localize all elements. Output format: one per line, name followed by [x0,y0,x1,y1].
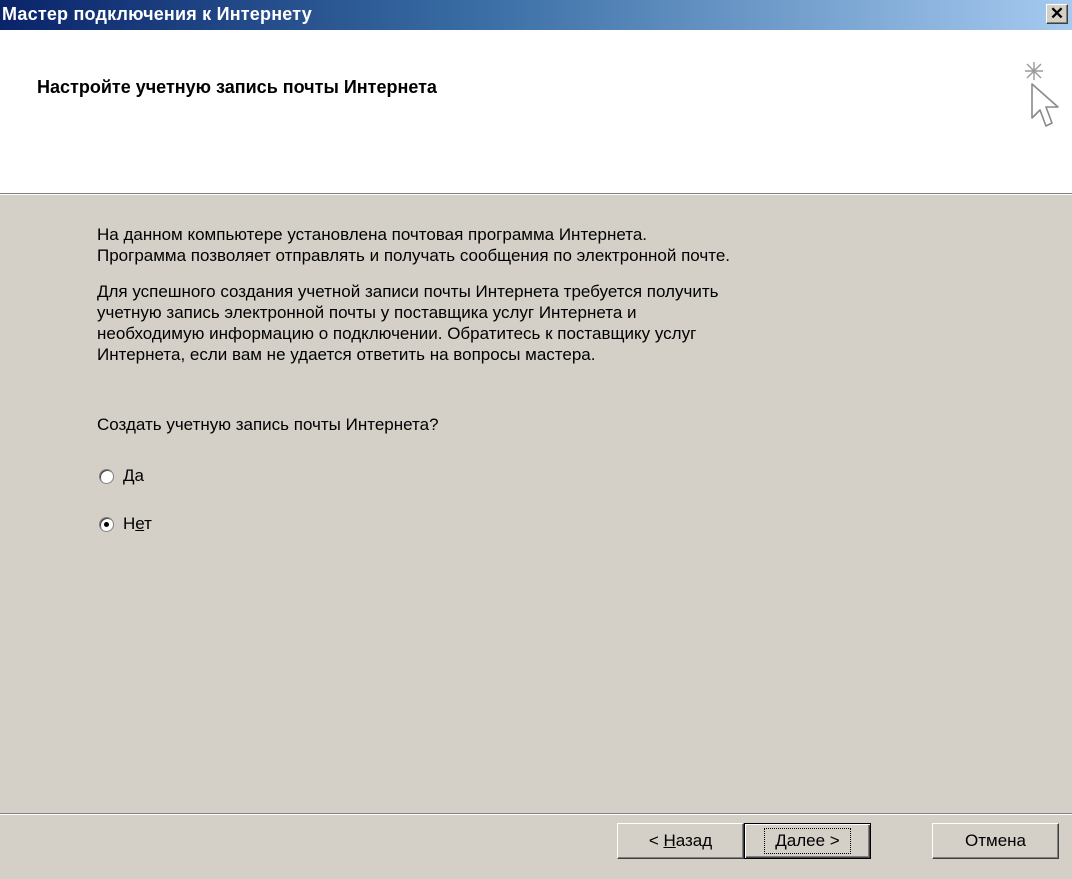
next-button-label: Далее > [764,828,851,854]
wizard-pointer-icon [1025,62,1059,127]
footer-divider [0,813,1072,815]
radio-no-circle[interactable] [99,516,114,532]
radio-yes-circle[interactable] [99,468,114,484]
close-icon: ✕ [1049,4,1065,23]
cancel-button-label: Отмена [965,831,1026,850]
next-button[interactable]: Далее > [744,823,871,859]
title-bar[interactable]: Мастер подключения к Интернету ✕ [0,0,1072,30]
wizard-window: Мастер подключения к Интернету ✕ Настрой… [0,0,1072,879]
cancel-button[interactable]: Отмена [932,823,1059,859]
radio-no-label[interactable]: Нет [123,514,152,534]
radio-yes-label[interactable]: Да [123,466,144,486]
close-button[interactable]: ✕ [1046,4,1068,24]
back-button-label: < Назад [648,831,713,850]
header-divider [0,193,1072,195]
radio-yes[interactable]: Да [99,464,144,488]
window-title: Мастер подключения к Интернету [2,4,312,24]
back-button[interactable]: < Назад [617,823,744,859]
intro-paragraph: На данном компьютере установлена почтова… [97,225,730,265]
instruction-paragraph: Для успешного создания учетной записи по… [97,282,719,364]
wizard-header: Настройте учетную запись почты Интернета [0,30,1072,193]
page-heading: Настройте учетную запись почты Интернета [37,77,437,97]
content-area: На данном компьютере установлена почтова… [97,224,997,380]
question-text: Создать учетную запись почты Интернета? [97,415,439,434]
radio-no[interactable]: Нет [99,512,152,536]
